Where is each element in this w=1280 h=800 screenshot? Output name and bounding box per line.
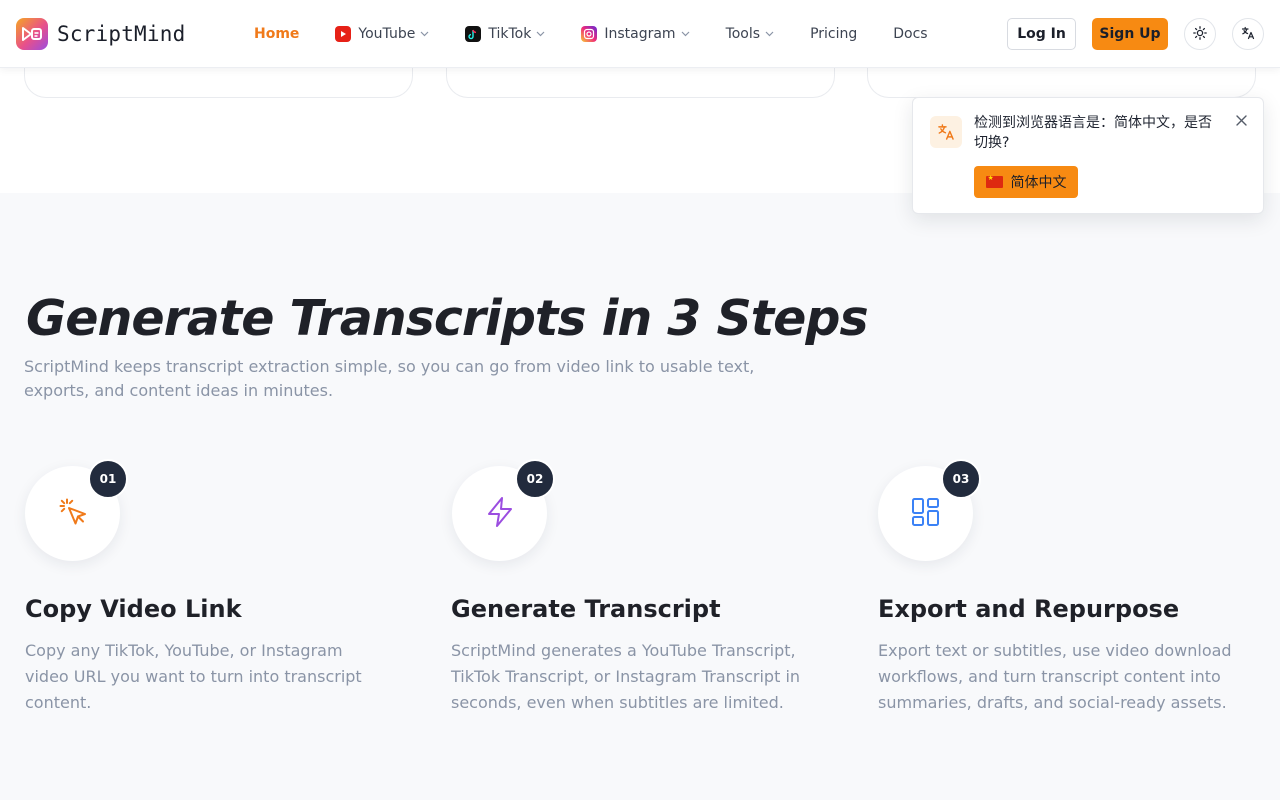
translate-icon — [930, 116, 962, 148]
lightning-icon — [485, 496, 515, 532]
nav-tools[interactable]: Tools — [726, 26, 775, 42]
login-button[interactable]: Log In — [1007, 18, 1076, 50]
nav-instagram-label: Instagram — [604, 26, 676, 42]
switch-language-label: 简体中文 — [1010, 175, 1067, 191]
step-description: Copy any TikTok, YouTube, or Instagram v… — [25, 641, 362, 712]
instagram-icon — [581, 26, 598, 42]
chevron-down-icon — [765, 31, 774, 37]
section-subtitle: ScriptMind keeps transcript extraction s… — [24, 357, 755, 400]
cursor-click-icon — [58, 497, 88, 531]
step-number-badge: 01 — [88, 459, 128, 499]
language-switch-popup: 检测到浏览器语言是：简体中文，是否切换? 简体中文 — [912, 97, 1264, 214]
nav-youtube[interactable]: YouTube — [335, 26, 429, 42]
translate-icon — [1241, 25, 1255, 44]
chevron-down-icon — [420, 31, 429, 37]
logo[interactable]: ScriptMind — [16, 18, 185, 50]
main-nav: Home YouTube TikTok Instagram Tools Pric… — [254, 0, 928, 68]
sun-icon — [1193, 25, 1207, 44]
youtube-icon — [335, 26, 352, 42]
nav-pricing-label: Pricing — [810, 26, 858, 42]
chevron-down-icon — [681, 31, 690, 37]
close-icon[interactable] — [1233, 112, 1249, 128]
step-title: Generate Transcript — [451, 595, 721, 623]
step-description: ScriptMind generates a YouTube Transcrip… — [451, 641, 801, 712]
dashboard-icon — [911, 497, 941, 531]
step-title: Copy Video Link — [25, 595, 242, 623]
signup-button[interactable]: Sign Up — [1092, 18, 1168, 50]
site-header: ScriptMind Home YouTube TikTok Instagram… — [0, 0, 1280, 68]
switch-language-button[interactable]: 简体中文 — [974, 166, 1078, 198]
theme-toggle-button[interactable] — [1184, 18, 1216, 50]
nav-instagram[interactable]: Instagram — [581, 26, 689, 42]
nav-youtube-label: YouTube — [358, 26, 416, 42]
nav-tiktok-label: TikTok — [488, 26, 532, 42]
step-number-badge: 02 — [515, 459, 555, 499]
step-title: Export and Repurpose — [878, 595, 1180, 623]
tiktok-icon — [465, 26, 482, 42]
nav-docs-label: Docs — [893, 26, 928, 42]
china-flag-icon — [985, 174, 1003, 188]
language-button[interactable] — [1232, 18, 1264, 50]
logo-icon — [16, 18, 48, 50]
nav-home[interactable]: Home — [254, 26, 299, 42]
nav-pricing[interactable]: Pricing — [810, 26, 857, 42]
nav-tiktok[interactable]: TikTok — [465, 26, 545, 42]
nav-home-label: Home — [254, 26, 300, 42]
nav-tools-label: Tools — [725, 26, 761, 42]
step-number-badge: 03 — [941, 459, 981, 499]
logo-text: ScriptMind — [57, 22, 186, 46]
nav-docs[interactable]: Docs — [893, 26, 927, 42]
chevron-down-icon — [536, 31, 545, 37]
step-description: Export text or subtitles, use video down… — [878, 641, 1232, 712]
section-title: Generate Transcripts in 3 Steps — [26, 290, 869, 347]
language-popup-message: 检测到浏览器语言是：简体中文，是否切换? — [974, 115, 1212, 151]
